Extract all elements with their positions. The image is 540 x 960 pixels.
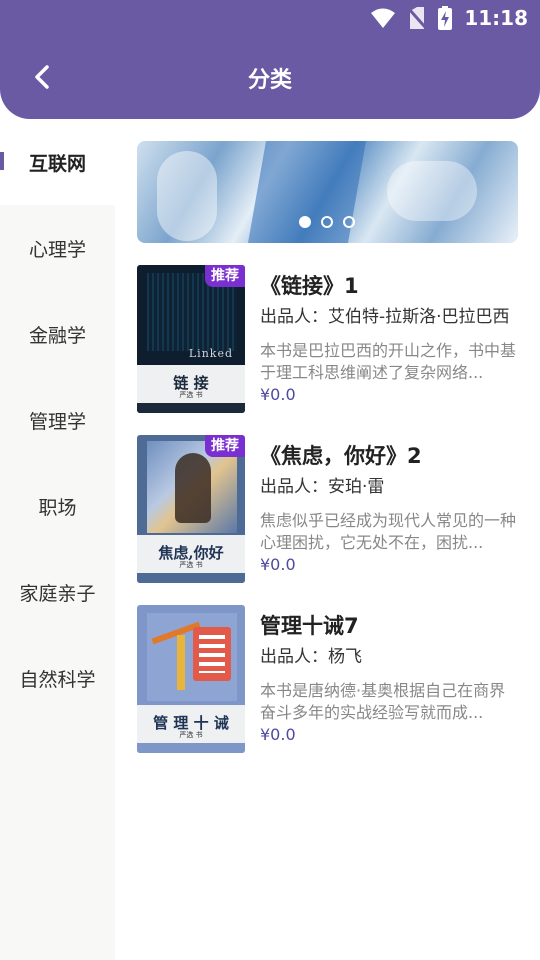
sidebar-item-label: 管理学 [28,410,86,433]
status-icons [370,6,452,30]
sidebar-item-psychology[interactable]: 心理学 [0,205,115,291]
book-title: 《链接》1 [260,274,359,298]
sidebar-item-internet[interactable]: 互联网 [0,119,115,205]
book-cover: 管 理 十 诫 严选 书 [137,605,245,753]
book-description: 本书是巴拉巴西的开山之作，书中基于理工科思维阐述了复杂网络... [260,341,517,382]
active-indicator [0,152,4,170]
battery-charging-icon [438,6,452,30]
sidebar-item-label: 金融学 [28,324,86,347]
sidebar-item-label: 互联网 [28,152,86,175]
sidebar-item-finance[interactable]: 金融学 [0,291,115,377]
book-author: 出品人：安珀·雷 [260,477,385,497]
page-title: 分类 [247,68,292,93]
recommend-badge: 推荐 [205,435,245,457]
sidebar-item-label: 家庭亲子 [19,582,96,605]
sidebar-item-management[interactable]: 管理学 [0,377,115,463]
banner-carousel[interactable] [137,141,518,243]
category-sidebar: 互联网 心理学 金融学 管理学 职场 家庭亲子 自然科学 [0,119,115,960]
book-description: 焦虑似乎已经成为现代人常见的一种心理困扰，它无处不在，困扰... [260,511,517,552]
book-title: 管理十诫7 [260,614,359,638]
wifi-icon [370,7,396,29]
sidebar-item-science[interactable]: 自然科学 [0,635,115,721]
book-author: 出品人：杨飞 [260,647,362,667]
book-item[interactable]: 管 理 十 诫 严选 书 管理十诫7 出品人：杨飞 本书是唐纳德·基奥根据自己在… [137,605,522,753]
cover-sub: 严选 书 [179,731,203,739]
book-item[interactable]: Linked 链 接 严选 书 推荐 《链接》1 出品人：艾伯特-拉斯洛·巴拉巴… [137,265,522,413]
sidebar-item-label: 职场 [38,496,77,519]
book-cover: Linked 链 接 严选 书 推荐 [137,265,245,413]
book-item[interactable]: 焦虑,你好 严选 书 推荐 《焦虑，你好》2 出品人：安珀·雷 焦虑似乎已经成为… [137,435,522,583]
book-price: ¥0.0 [260,385,296,404]
carousel-dots [299,216,355,228]
sidebar-item-family[interactable]: 家庭亲子 [0,549,115,635]
book-price: ¥0.0 [260,725,296,744]
cover-sub: 严选 书 [179,561,203,569]
cover-sub: 严选 书 [179,391,203,399]
status-time: 11:18 [464,6,528,30]
carousel-dot[interactable] [343,216,355,228]
app-header: 11:18 分类 [0,0,540,119]
book-price: ¥0.0 [260,555,296,574]
carousel-dot[interactable] [321,216,333,228]
sidebar-item-workplace[interactable]: 职场 [0,463,115,549]
sidebar-item-label: 自然科学 [19,668,96,691]
no-sim-icon [408,7,426,29]
sidebar-item-label: 心理学 [28,238,86,261]
recommend-badge: 推荐 [205,265,245,287]
book-title: 《焦虑，你好》2 [260,444,422,468]
carousel-dot[interactable] [299,216,311,228]
book-cover: 焦虑,你好 严选 书 推荐 [137,435,245,583]
cover-word: Linked [188,347,233,360]
book-description: 本书是唐纳德·基奥根据自己在商界奋斗多年的实战经验写就而成... [260,681,506,722]
book-author: 出品人：艾伯特-拉斯洛·巴拉巴西 [260,307,510,327]
